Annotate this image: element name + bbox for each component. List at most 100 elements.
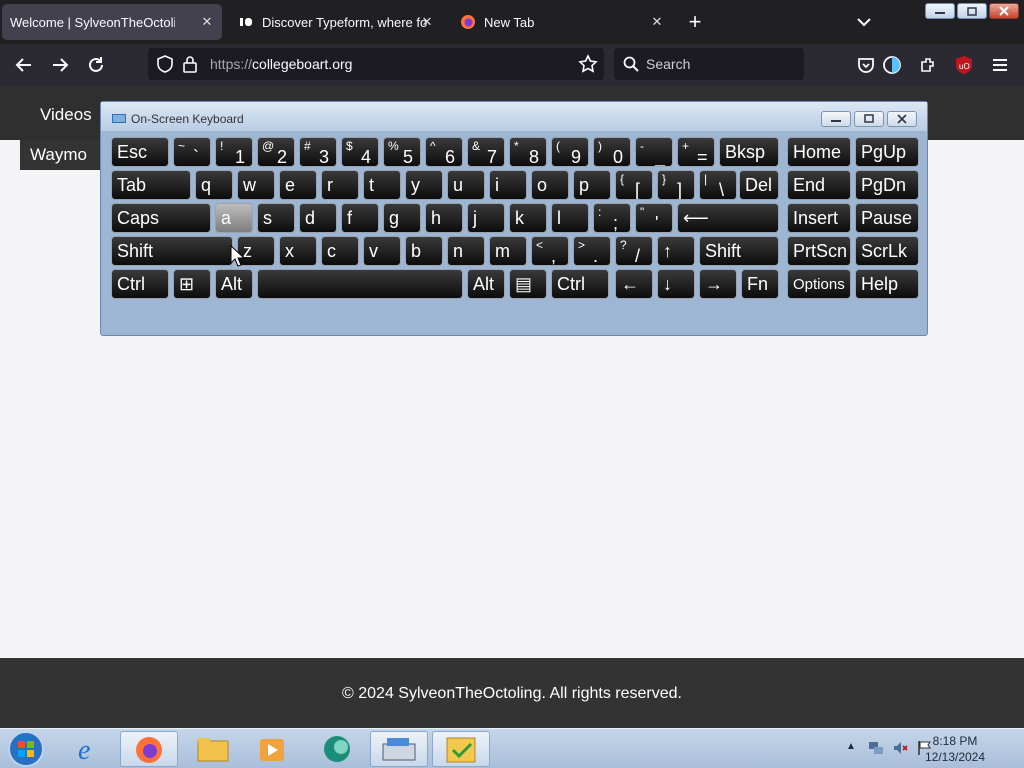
key-alt[interactable]: Alt	[215, 269, 253, 299]
key-esc[interactable]: Esc	[111, 137, 169, 167]
key-end[interactable]: End	[787, 170, 851, 200]
key-n[interactable]: n	[447, 236, 485, 266]
key-y[interactable]: y	[405, 170, 443, 200]
network-icon[interactable]	[868, 740, 884, 761]
key-del[interactable]: Del	[739, 170, 779, 200]
search-input[interactable]: Search	[646, 56, 690, 72]
key-r2k12[interactable]: ⟵	[677, 203, 779, 233]
chevron-down-icon[interactable]	[852, 10, 876, 34]
key-tab[interactable]: Tab	[111, 170, 191, 200]
close-window-button[interactable]	[887, 111, 917, 127]
key-r1k13[interactable]: | \	[699, 170, 737, 200]
osk-title-bar[interactable]: On-Screen Keyboard	[101, 102, 927, 131]
key-r3k8[interactable]: <,	[531, 236, 569, 266]
key-alt[interactable]: Alt	[467, 269, 505, 299]
key-r0k1[interactable]: ~ `	[173, 137, 211, 167]
key-r1k12[interactable]: }]	[657, 170, 695, 200]
media-player-icon[interactable]	[244, 731, 302, 767]
key-j[interactable]: j	[467, 203, 505, 233]
key-r2k10[interactable]: :;	[593, 203, 631, 233]
key-prtscn[interactable]: PrtScn	[787, 236, 851, 266]
extensions-icon[interactable]	[918, 55, 938, 75]
account-icon[interactable]	[882, 55, 902, 75]
key-b[interactable]: b	[405, 236, 443, 266]
key-fn[interactable]: Fn	[741, 269, 779, 299]
key-d[interactable]: d	[299, 203, 337, 233]
key-w[interactable]: w	[237, 170, 275, 200]
key-6[interactable]: ^ 6	[425, 137, 463, 167]
clock[interactable]: 8:18 PM 12/13/2024	[900, 733, 1010, 765]
key-bksp[interactable]: Bksp	[719, 137, 779, 167]
key-shift[interactable]: Shift	[699, 236, 779, 266]
nav-link-videos[interactable]: Videos	[40, 105, 92, 125]
firefox-icon[interactable]	[120, 731, 178, 767]
close-icon[interactable]: ✕	[648, 13, 666, 31]
key-insert[interactable]: Insert	[787, 203, 851, 233]
key-q[interactable]: q	[195, 170, 233, 200]
key-g[interactable]: g	[383, 203, 421, 233]
key-t[interactable]: t	[363, 170, 401, 200]
key-pgup[interactable]: PgUp	[855, 137, 919, 167]
restore-button[interactable]	[854, 111, 884, 127]
key-e[interactable]: e	[279, 170, 317, 200]
key-m[interactable]: m	[489, 236, 527, 266]
key-9[interactable]: (9	[551, 137, 589, 167]
pocket-icon[interactable]	[856, 55, 876, 75]
key-pgdn[interactable]: PgDn	[855, 170, 919, 200]
key-help[interactable]: Help	[855, 269, 919, 299]
key-a[interactable]: a	[215, 203, 253, 233]
dropdown-item-waymo[interactable]: Waymo	[20, 140, 100, 170]
key-o[interactable]: o	[531, 170, 569, 200]
shield-icon[interactable]	[156, 55, 174, 78]
key-4[interactable]: $4	[341, 137, 379, 167]
key-r[interactable]: r	[321, 170, 359, 200]
key-shift[interactable]: Shift	[111, 236, 233, 266]
key-8[interactable]: * 8	[509, 137, 547, 167]
key-r3k9[interactable]: >.	[573, 236, 611, 266]
security-app-icon[interactable]	[432, 731, 490, 767]
back-icon[interactable]	[14, 55, 34, 75]
key-scrlk[interactable]: ScrLk	[855, 236, 919, 266]
star-icon[interactable]	[578, 54, 598, 79]
key-c[interactable]: c	[321, 236, 359, 266]
key-r4k8[interactable]: ↓	[657, 269, 695, 299]
internet-explorer-icon[interactable]: e	[60, 731, 118, 767]
key-options[interactable]: Options	[787, 269, 851, 299]
key-k[interactable]: k	[509, 203, 547, 233]
key-l[interactable]: l	[551, 203, 589, 233]
close-icon[interactable]: ✕	[198, 13, 216, 31]
key-pause[interactable]: Pause	[855, 203, 919, 233]
close-window-button[interactable]	[989, 3, 1019, 19]
key-home[interactable]: Home	[787, 137, 851, 167]
key-3[interactable]: #3	[299, 137, 337, 167]
menu-icon[interactable]	[990, 55, 1010, 75]
restore-button[interactable]	[957, 3, 987, 19]
url-bar[interactable]: https://collegeboart.org	[148, 48, 604, 80]
key-i[interactable]: i	[489, 170, 527, 200]
key-5[interactable]: % 5	[383, 137, 421, 167]
key-r1k11[interactable]: {[	[615, 170, 653, 200]
key-r4k9[interactable]: →	[699, 269, 737, 299]
key-h[interactable]: h	[425, 203, 463, 233]
key-r4k1[interactable]: ⊞	[173, 269, 211, 299]
key-space[interactable]	[257, 269, 463, 299]
key-v[interactable]: v	[363, 236, 401, 266]
on-screen-keyboard-icon[interactable]	[370, 731, 428, 767]
new-tab-button[interactable]: +	[682, 10, 708, 36]
reload-icon[interactable]	[86, 55, 106, 75]
start-button[interactable]	[6, 730, 46, 768]
key-caps[interactable]: Caps	[111, 203, 211, 233]
show-hidden-icons-icon[interactable]: ▲	[846, 741, 856, 752]
key-u[interactable]: u	[447, 170, 485, 200]
key-r3k11[interactable]: ↑	[657, 236, 695, 266]
key-r0k13[interactable]: + =	[677, 137, 715, 167]
tab-welcome[interactable]: Welcome | SylveonTheOctoling ✕	[2, 4, 222, 40]
search-bar[interactable]: Search	[614, 48, 804, 80]
close-icon[interactable]: ✕	[418, 13, 436, 31]
key-r0k12[interactable]: - _	[635, 137, 673, 167]
key-r4k5[interactable]: ▤	[509, 269, 547, 299]
key-2[interactable]: @2	[257, 137, 295, 167]
key-r3k10[interactable]: ? /	[615, 236, 653, 266]
key-s[interactable]: s	[257, 203, 295, 233]
key-0[interactable]: ) 0	[593, 137, 631, 167]
